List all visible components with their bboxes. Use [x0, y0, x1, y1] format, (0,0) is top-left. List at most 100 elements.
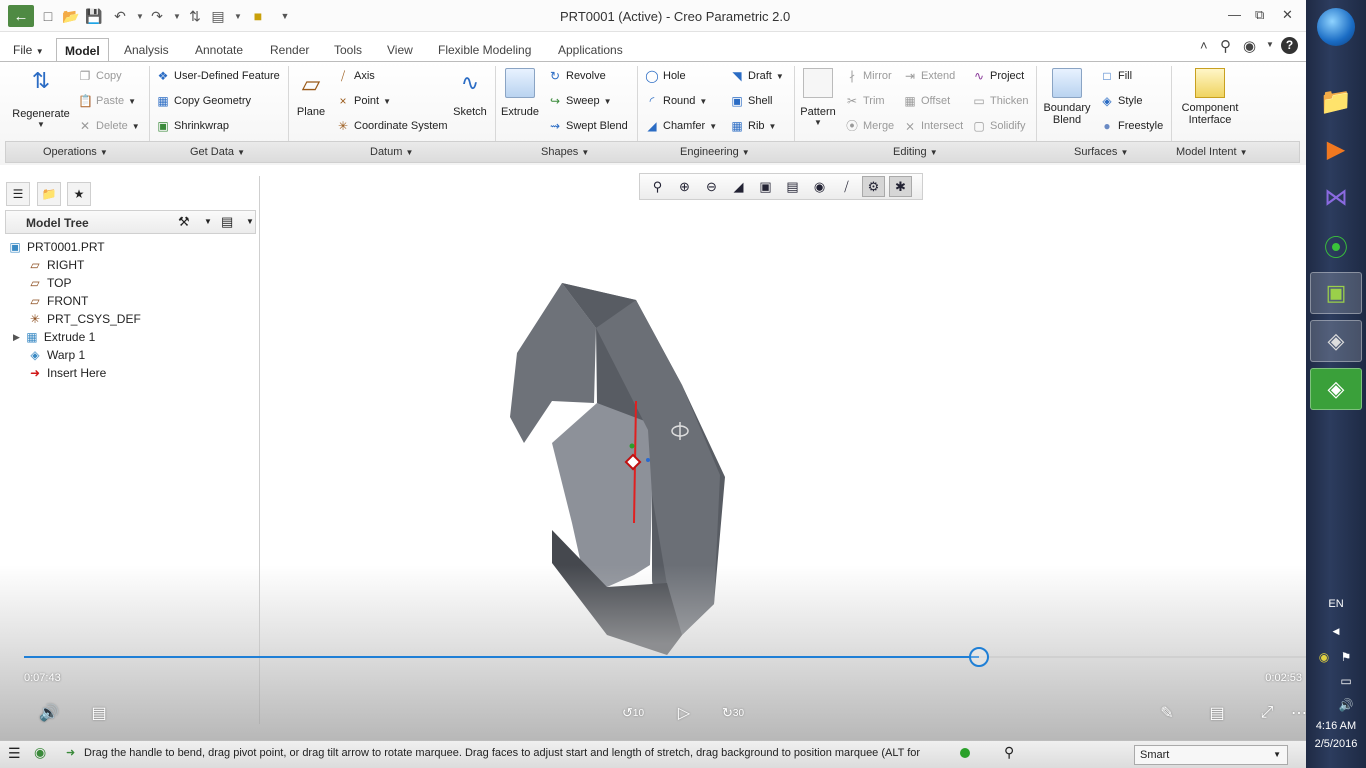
pattern-button[interactable]: Pattern ▼: [798, 68, 838, 127]
mini-view-icon[interactable]: ▤: [1204, 701, 1230, 725]
tab-model[interactable]: Model: [56, 38, 109, 62]
project-button[interactable]: ∿ Project: [972, 69, 1024, 83]
open-folder-icon[interactable]: 📂: [61, 6, 81, 26]
solidify-button[interactable]: ▢ Solidify: [972, 119, 1025, 133]
regenerate-small-icon[interactable]: ⇅: [185, 6, 205, 26]
zoom-in-icon[interactable]: ⊕: [673, 176, 696, 197]
tree-filter-icon[interactable]: ▤: [221, 214, 233, 230]
group-datum[interactable]: Datum ▼: [370, 146, 413, 158]
expand-arrow-icon[interactable]: ▶: [13, 328, 20, 346]
copy-geometry-button[interactable]: ▦ Copy Geometry: [156, 94, 251, 108]
taskbar-creo-window-3[interactable]: ◈: [1310, 368, 1362, 410]
tab-flexible-modeling[interactable]: Flexible Modeling: [430, 38, 539, 62]
redo-dropdown-icon[interactable]: ▼: [167, 6, 187, 26]
model-tree-tab-icon[interactable]: ☰: [6, 182, 30, 206]
regenerate-button[interactable]: ⇅ Regenerate ▼: [10, 68, 72, 129]
tree-settings-icon[interactable]: ⚒: [178, 214, 190, 230]
graphics-viewport[interactable]: [262, 205, 1306, 740]
spin-center-icon[interactable]: ✱: [889, 176, 912, 197]
tree-settings-dropdown-icon[interactable]: ▼: [204, 217, 212, 226]
plane-button[interactable]: ▱ Plane: [294, 70, 328, 118]
pivot-point[interactable]: [629, 443, 635, 449]
back-arrow-icon[interactable]: ←: [8, 5, 34, 27]
play-icon[interactable]: ▷: [671, 701, 697, 725]
offset-button[interactable]: ▦ Offset: [903, 94, 950, 108]
flag-tray-icon[interactable]: ⚑: [1336, 650, 1356, 664]
taskbar-visual-studio[interactable]: ⋈: [1310, 176, 1362, 218]
repaint-icon[interactable]: ◢: [727, 176, 750, 197]
battery-tray-icon[interactable]: ▭: [1336, 674, 1356, 688]
favorites-tab-icon[interactable]: ★: [67, 182, 91, 206]
pen-icon[interactable]: ✎: [1154, 701, 1180, 725]
group-editing[interactable]: Editing ▼: [893, 146, 938, 158]
component-interface-button[interactable]: Component Interface: [1178, 68, 1242, 126]
clock-date[interactable]: 2/5/2016: [1306, 738, 1366, 750]
tree-item-front[interactable]: ▱ FRONT: [8, 292, 141, 310]
saved-orientations-icon[interactable]: ▤: [781, 176, 804, 197]
find-icon[interactable]: ⚲: [1004, 744, 1014, 761]
navigator-toggle-icon[interactable]: ☰: [8, 745, 21, 762]
tab-view[interactable]: View: [379, 38, 421, 62]
datum-display-icon[interactable]: ⧸: [835, 176, 858, 197]
tab-render[interactable]: Render: [262, 38, 317, 62]
tree-item-extrude[interactable]: ▶ ▦ Extrude 1: [8, 328, 141, 346]
taskbar-creo-start[interactable]: ⦿: [1310, 224, 1362, 266]
sketch-button[interactable]: ∿ Sketch: [450, 70, 490, 118]
display-style-icon[interactable]: ▣: [754, 176, 777, 197]
save-icon[interactable]: 💾: [84, 6, 104, 26]
group-shapes[interactable]: Shapes ▼: [541, 146, 589, 158]
intersect-button[interactable]: ⨯ Intersect: [903, 119, 963, 133]
boundary-blend-button[interactable]: Boundary Blend: [1040, 68, 1094, 126]
round-button[interactable]: ◜ Round ▼: [645, 94, 708, 108]
taskbar-media[interactable]: ▶: [1310, 128, 1362, 170]
draft-button[interactable]: ◥ Draft ▼: [730, 69, 783, 83]
undo-icon[interactable]: ↶: [110, 6, 130, 26]
restore-icon[interactable]: ⧉: [1255, 7, 1264, 23]
tree-item-warp[interactable]: ◈ Warp 1: [8, 346, 141, 364]
minimize-icon[interactable]: —: [1228, 7, 1241, 22]
group-get-data[interactable]: Get Data ▼: [190, 146, 245, 158]
speaker-tray-icon[interactable]: 🔊: [1336, 698, 1356, 712]
selection-filter[interactable]: Smart ▼: [1134, 745, 1288, 765]
revolve-button[interactable]: ↻ Revolve: [548, 69, 606, 83]
style-button[interactable]: ◈ Style: [1100, 94, 1142, 108]
tab-applications[interactable]: Applications: [550, 38, 631, 62]
close-icon[interactable]: ✕: [1282, 7, 1293, 23]
tab-file[interactable]: File ▼: [5, 38, 52, 62]
paste-button[interactable]: 📋 Paste ▼: [78, 94, 136, 108]
volume-icon[interactable]: 🔊: [36, 701, 62, 725]
hole-button[interactable]: ◯ Hole: [645, 69, 685, 83]
trim-button[interactable]: ✂ Trim: [845, 94, 885, 108]
merge-button[interactable]: ⦿ Merge: [845, 119, 894, 133]
group-model-intent[interactable]: Model Intent ▼: [1176, 146, 1248, 158]
help-icon[interactable]: ?: [1281, 37, 1298, 54]
customize-toolbar-icon[interactable]: ▼: [275, 6, 295, 26]
video-seek-thumb[interactable]: [969, 647, 989, 667]
captions-icon[interactable]: ▤: [86, 701, 112, 725]
taskbar-creo-window-2[interactable]: ◈: [1310, 320, 1362, 362]
tree-item-insert-here[interactable]: ➜ Insert Here: [8, 364, 141, 382]
tilt-point[interactable]: [646, 458, 650, 462]
clock-time[interactable]: 4:16 AM: [1306, 720, 1366, 732]
chamfer-button[interactable]: ◢ Chamfer ▼: [645, 119, 717, 133]
coordinate-system-button[interactable]: ✳ Coordinate System: [336, 119, 448, 133]
start-button[interactable]: [1310, 6, 1362, 48]
user-defined-feature-button[interactable]: ❖ User-Defined Feature: [156, 69, 280, 83]
shell-button[interactable]: ▣ Shell: [730, 94, 772, 108]
close-window-folder-icon[interactable]: ■: [248, 6, 268, 26]
tray-expand-icon[interactable]: ◀: [1306, 626, 1366, 637]
point-button[interactable]: × Point ▼: [336, 94, 391, 108]
windows-dropdown-icon[interactable]: ▼: [228, 6, 248, 26]
axis-button[interactable]: ⧸ Axis: [336, 69, 375, 83]
annotation-display-icon[interactable]: ⚙: [862, 176, 885, 197]
network-tray-icon[interactable]: ◉: [1314, 650, 1334, 664]
refit-icon[interactable]: ⚲: [646, 176, 669, 197]
tree-item-top[interactable]: ▱ TOP: [8, 274, 141, 292]
redo-icon[interactable]: ↷: [147, 6, 167, 26]
language-indicator[interactable]: EN: [1306, 598, 1366, 610]
browser-toggle-icon[interactable]: ◉: [34, 744, 46, 761]
community-icon[interactable]: ◉: [1243, 37, 1256, 55]
new-file-icon[interactable]: □: [38, 6, 58, 26]
windows-icon[interactable]: ▤: [208, 6, 228, 26]
tree-filter-dropdown-icon[interactable]: ▼: [246, 217, 254, 226]
